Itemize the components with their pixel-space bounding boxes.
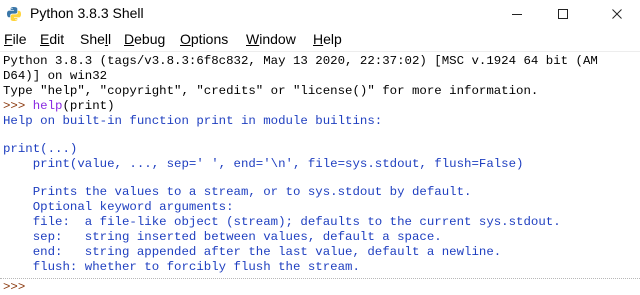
menu-window[interactable]: Window <box>246 31 296 47</box>
shell-text-area[interactable]: Python 3.8.3 (tags/v3.8.3:6f8c832, May 1… <box>0 51 640 295</box>
title-bar[interactable]: Python 3.8.3 Shell <box>0 0 640 28</box>
command-line: >>> help(print) <box>3 99 115 114</box>
output-line: Prints the values to a stream, or to sys… <box>3 185 472 199</box>
command-func: help <box>32 99 63 113</box>
close-icon <box>612 9 622 19</box>
banner-line: Type "help", "copyright", "credits" or "… <box>3 84 539 98</box>
output-line: print(...) <box>3 142 78 156</box>
window-title: Python 3.8.3 Shell <box>30 5 144 21</box>
prompt: >>> <box>3 99 33 113</box>
banner-line: Python 3.8.3 (tags/v3.8.3:6f8c832, May 1… <box>3 54 598 68</box>
minimize-button[interactable] <box>494 0 540 28</box>
maximize-icon <box>558 9 568 19</box>
output-line: Optional keyword arguments: <box>3 200 234 214</box>
banner-line: D64)] on win32 <box>3 69 108 83</box>
menu-shell[interactable]: Shell <box>80 31 111 47</box>
menu-file[interactable]: File <box>4 31 27 47</box>
command-args: (print) <box>62 99 115 113</box>
output-line: print(value, ..., sep=' ', end='\n', fil… <box>3 157 524 171</box>
menu-debug[interactable]: Debug <box>124 31 165 47</box>
maximize-button[interactable] <box>540 0 586 28</box>
minimize-icon <box>512 14 522 15</box>
menu-options[interactable]: Options <box>180 31 228 47</box>
output-line: Help on built-in function print in modul… <box>3 114 383 128</box>
output-line: sep: string inserted between values, def… <box>3 230 442 244</box>
output-line: file: a file-like object (stream); defau… <box>3 215 561 229</box>
divider <box>0 278 640 279</box>
output-line: end: string appended after the last valu… <box>3 245 502 259</box>
menu-help[interactable]: Help <box>313 31 342 47</box>
menu-edit[interactable]: Edit <box>40 31 64 47</box>
python-icon <box>7 7 21 21</box>
output-line: flush: whether to forcibly flush the str… <box>3 260 360 274</box>
final-prompt[interactable]: >>> <box>3 280 33 295</box>
menu-bar: File Edit Shell Debug Options Window Hel… <box>0 30 640 50</box>
close-button[interactable] <box>594 0 640 28</box>
